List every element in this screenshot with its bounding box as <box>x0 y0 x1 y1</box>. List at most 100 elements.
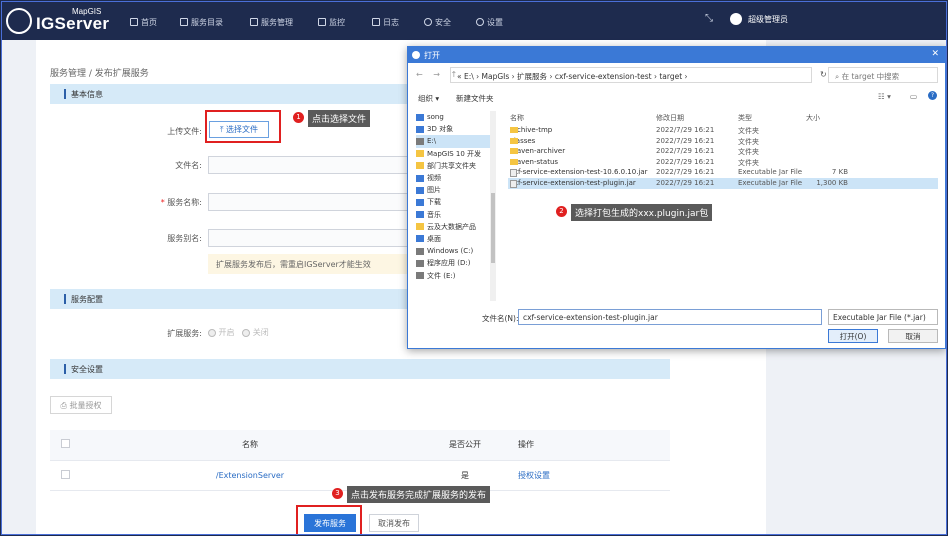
close-icon[interactable]: ✕ <box>931 49 939 59</box>
jar-file-icon <box>510 179 517 188</box>
file-date: 2022/7/29 16:21 <box>656 178 715 187</box>
file-type: Executable Jar File <box>738 178 803 187</box>
authorization-table: 名称 是否公开 操作 /ExtensionServer 是 授权设置 <box>50 430 670 491</box>
col-date-header[interactable]: 修改日期 <box>656 113 684 123</box>
nav-home[interactable]: 首页 <box>130 15 157 29</box>
search-input[interactable]: ⌕ 在 target 中搜索 <box>828 67 938 83</box>
file-row[interactable]: maven-archiver 2022/7/29 16:21 文件夹 <box>508 146 938 157</box>
tree-item[interactable]: E:\ <box>416 135 496 148</box>
step-2-badge: 2 <box>556 206 567 217</box>
col-type-header[interactable]: 类型 <box>738 113 752 123</box>
tree-item[interactable]: 视频 <box>416 172 496 184</box>
preview-pane-icon[interactable]: ▭ <box>910 92 917 101</box>
nav-monitor[interactable]: 监控 <box>318 15 345 29</box>
step-1-tip: 点击选择文件 <box>308 110 371 127</box>
radio-off[interactable] <box>242 328 251 337</box>
logo-big-text: IGServer <box>36 14 110 33</box>
shield-icon <box>424 18 432 26</box>
file-name-cell: classes <box>510 137 535 145</box>
nav-service-catalog[interactable]: 服务目录 <box>180 15 223 29</box>
batch-authorize-button[interactable]: ⎙ 批量授权 <box>50 396 112 414</box>
file-row[interactable]: maven-status 2022/7/29 16:21 文件夹 <box>508 157 938 168</box>
tree-item[interactable]: MapGIS 10 开发 <box>416 148 496 160</box>
folder-icon <box>416 162 424 170</box>
drive-icon <box>416 272 424 280</box>
tree-scrollbar[interactable] <box>490 111 496 301</box>
file-name: cxf-service-extension-test-plugin.jar <box>510 178 636 187</box>
file-list: archive-tmp 2022/7/29 16:21 文件夹 classes 2022… <box>508 125 938 189</box>
tree-item[interactable]: 程序应用 (D:) <box>416 257 496 269</box>
tree-item[interactable]: 图片 <box>416 184 496 196</box>
file-type: 文件夹 <box>738 148 759 157</box>
radio-off-label: 关闭 <box>252 328 269 337</box>
nav-service-management[interactable]: 服务管理 <box>250 15 293 29</box>
tree-item[interactable]: 3D 对象 <box>416 123 496 135</box>
gear-icon <box>476 18 484 26</box>
view-options-icon[interactable]: ☷ ▾ <box>878 92 891 101</box>
user-menu[interactable]: 超级管理员 <box>730 13 788 25</box>
tree-item[interactable]: 下载 <box>416 196 496 208</box>
dialog-app-icon <box>412 51 420 59</box>
tree-item-label: 文件 (E:) <box>427 271 456 280</box>
nav-label: 安全 <box>435 17 451 27</box>
section-title: 服务配置 <box>71 295 103 304</box>
help-icon[interactable]: ? <box>928 91 937 100</box>
drive-icon <box>416 259 424 267</box>
row-checkbox[interactable] <box>60 469 70 479</box>
table-header-row: 名称 是否公开 操作 <box>50 430 670 461</box>
service-alias-input[interactable] <box>208 229 408 247</box>
file-row[interactable]: cxf-service-extension-test-10.6.0.10.jar… <box>508 167 938 178</box>
music-icon <box>416 211 424 219</box>
tree-item-label: 程序应用 (D:) <box>427 259 471 268</box>
top-bar: MapGIS IGServer 首页 服务目录 服务管理 监控 日志 安全 设置… <box>2 2 946 40</box>
col-name-header[interactable]: 名称 <box>510 113 524 123</box>
step-3-tip: 点击发布服务完成扩展服务的发布 <box>347 486 491 503</box>
address-path[interactable]: « E:\ › MapGIs › 扩展服务 › cxf-service-exte… <box>450 67 812 83</box>
tree-item-label: Windows (C:) <box>427 247 474 256</box>
nav-settings[interactable]: 设置 <box>476 15 503 29</box>
file-name-input[interactable] <box>208 156 408 174</box>
filename-input[interactable]: cxf-service-extension-test-plugin.jar <box>518 309 822 325</box>
file-date: 2022/7/29 16:21 <box>656 136 715 145</box>
nav-log[interactable]: 日志 <box>372 15 399 29</box>
tree-item[interactable]: 部门共享文件夹 <box>416 160 496 172</box>
tree-item[interactable]: 云及大数据产品 <box>416 221 496 233</box>
nav-label: 首页 <box>141 17 157 27</box>
radio-on[interactable] <box>208 328 216 337</box>
fullscreen-icon[interactable]: ⤡ <box>705 13 713 24</box>
folder-icon <box>510 137 518 144</box>
new-folder-button[interactable]: 新建文件夹 <box>456 93 494 104</box>
file-row[interactable]: classes 2022/7/29 16:21 文件夹 <box>508 136 938 147</box>
nav-security[interactable]: 安全 <box>424 15 451 29</box>
col-size-header[interactable]: 大小 <box>806 113 820 123</box>
drive-icon <box>416 247 424 255</box>
tree-item[interactable]: 桌面 <box>416 233 496 245</box>
dialog-cancel-button[interactable]: 取消 <box>888 329 938 343</box>
tree-item-label: E:\ <box>427 137 437 146</box>
tree-item[interactable]: 音乐 <box>416 209 496 221</box>
tree-item[interactable]: song <box>416 111 496 123</box>
organize-menu[interactable]: 组织 ▾ <box>418 93 439 104</box>
filetype-select[interactable]: Executable Jar File (*.jar) <box>828 309 938 325</box>
select-all-checkbox[interactable] <box>60 439 70 449</box>
file-row[interactable]: archive-tmp 2022/7/29 16:21 文件夹 <box>508 125 938 136</box>
refresh-icon[interactable]: ↻ <box>820 70 827 79</box>
file-date: 2022/7/29 16:21 <box>656 157 715 166</box>
cube-icon <box>416 125 424 133</box>
open-button[interactable]: 打开(O) <box>828 329 878 343</box>
step-1-badge: 1 <box>293 112 304 123</box>
service-name-label-wrap: * 服务名称: <box>132 197 202 208</box>
file-row[interactable]: cxf-service-extension-test-plugin.jar 202… <box>508 177 938 189</box>
authorize-settings-link[interactable]: 授权设置 <box>510 460 670 491</box>
cancel-publish-button[interactable]: 取消发布 <box>369 514 419 532</box>
col-action: 操作 <box>510 430 670 461</box>
logo[interactable]: MapGIS IGServer <box>6 7 126 35</box>
jar-file-icon <box>510 169 517 178</box>
file-type: 文件夹 <box>738 127 759 135</box>
tree-item[interactable]: Windows (C:) <box>416 245 496 257</box>
tree-item[interactable]: 文件 (E:) <box>416 269 496 281</box>
file-list-header: 名称 修改日期 类型 大小 <box>508 111 938 123</box>
service-name-input[interactable] <box>208 193 408 211</box>
tree-item-label: song <box>427 113 444 122</box>
nav-label: 服务管理 <box>261 17 293 27</box>
